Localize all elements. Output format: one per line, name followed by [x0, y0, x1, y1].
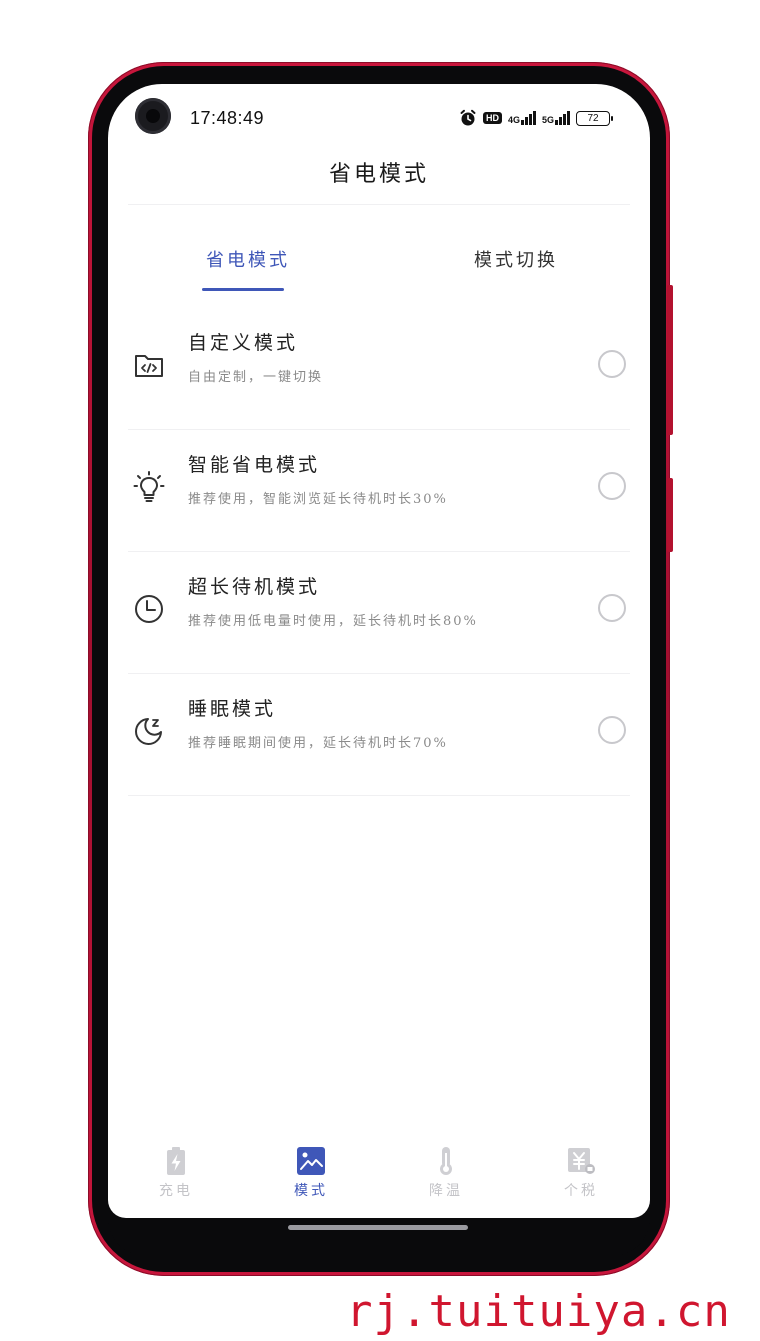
mode-description: 推荐使用，智能浏览延长待机时长30%	[188, 492, 448, 507]
volume-button	[667, 285, 673, 435]
mode-row-custom[interactable]: 自定义模式 自由定制，一键切换	[108, 308, 650, 430]
battery-icon: 72	[576, 110, 613, 126]
bottom-nav: 充电 模式 降温 个税	[108, 1142, 650, 1212]
nav-label: 充电	[159, 1183, 193, 1199]
status-icons: HD 4G 5G 72	[459, 108, 613, 128]
signal-5g-icon: 5G	[542, 111, 570, 125]
alarm-icon	[459, 109, 477, 127]
hd-icon: HD	[482, 112, 502, 124]
nav-item-mode[interactable]: 模式	[271, 1142, 351, 1206]
lightbulb-icon	[132, 470, 166, 504]
mode-title: 超长待机模式	[188, 576, 321, 598]
mode-description: 推荐使用低电量时使用，延长待机时长80%	[188, 614, 478, 629]
nav-item-charge[interactable]: 充电	[136, 1142, 216, 1206]
thermometer-icon	[431, 1146, 461, 1176]
page-title: 省电模式	[328, 162, 429, 187]
mode-row-long-standby[interactable]: 超长待机模式 推荐使用低电量时使用，延长待机时长80%	[108, 552, 650, 674]
mode-radio[interactable]	[598, 594, 626, 622]
tab-indicator	[202, 288, 284, 291]
power-button	[667, 478, 673, 552]
mode-title: 智能省电模式	[188, 454, 321, 476]
home-indicator[interactable]	[288, 1225, 468, 1230]
header-divider	[128, 204, 630, 205]
battery-charge-icon	[161, 1146, 191, 1176]
nav-item-cooling[interactable]: 降温	[406, 1142, 486, 1206]
nav-label: 模式	[294, 1183, 328, 1199]
mode-image-icon	[296, 1146, 326, 1176]
mode-title: 睡眠模式	[188, 698, 277, 720]
code-folder-icon	[132, 348, 166, 382]
signal-4g-icon: 4G	[508, 111, 536, 125]
mode-radio[interactable]	[598, 350, 626, 378]
mode-row-smart[interactable]: 智能省电模式 推荐使用，智能浏览延长待机时长30%	[108, 430, 650, 552]
tab-mode-switch[interactable]: 模式切换	[474, 246, 558, 272]
watermark: rj.tuituiya.cn	[346, 1286, 731, 1337]
mode-row-sleep[interactable]: 睡眠模式 推荐睡眠期间使用，延长待机时长70%	[108, 674, 650, 796]
clock-icon	[132, 592, 166, 626]
nav-label: 个税	[564, 1183, 598, 1199]
tax-yuan-icon	[566, 1146, 596, 1176]
moon-sleep-icon	[132, 714, 166, 748]
mode-description: 自由定制，一键切换	[188, 370, 324, 385]
phone-chin	[108, 1218, 650, 1256]
mode-radio[interactable]	[598, 716, 626, 744]
row-divider	[128, 795, 630, 796]
tab-power-saving[interactable]: 省电模式	[206, 246, 290, 272]
phone-screen: 17:48:49 HD 4G 5G 72 省电模式 省电模式 模式切换 自定义模…	[108, 84, 650, 1218]
front-camera	[135, 98, 171, 134]
nav-item-tax[interactable]: 个税	[541, 1142, 621, 1206]
mode-title: 自定义模式	[188, 332, 299, 354]
mode-description: 推荐睡眠期间使用，延长待机时长70%	[188, 736, 448, 751]
nav-label: 降温	[429, 1183, 463, 1199]
mode-radio[interactable]	[598, 472, 626, 500]
status-time: 17:48:49	[190, 108, 265, 128]
